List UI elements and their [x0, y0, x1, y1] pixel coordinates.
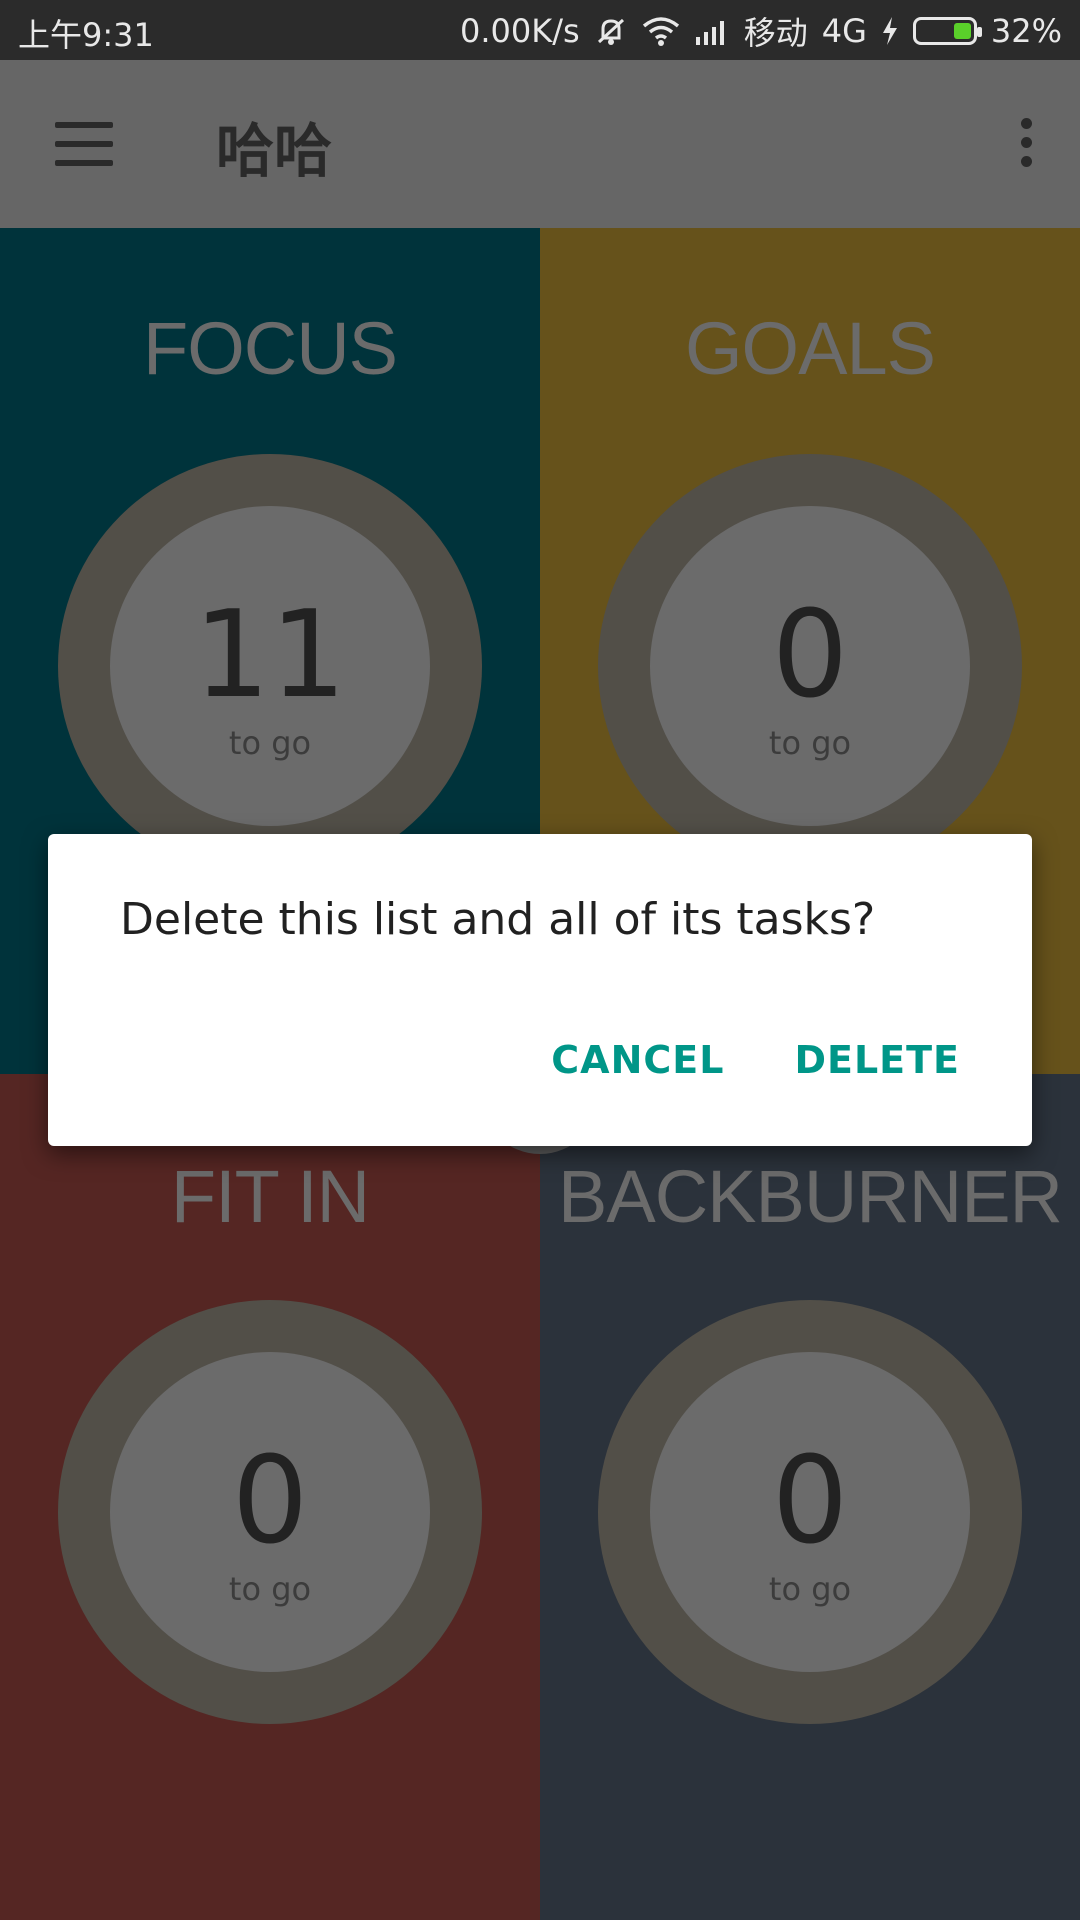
progress-ring: 0 to go: [598, 1300, 1022, 1724]
status-time: 上午9:31: [18, 16, 154, 54]
app-title: 哈哈: [216, 117, 333, 185]
app-bar: 哈哈: [0, 60, 1080, 228]
charging-icon: [881, 16, 899, 46]
carrier: 移动: [743, 14, 808, 52]
network-type: 4G: [821, 12, 867, 50]
list-title: FIT IN: [170, 1155, 370, 1238]
screen: 上午9:31 0.00K/s 移动 4G 32% 哈哈 FOCUS 11 to …: [0, 0, 1080, 1920]
list-title: FOCUS: [143, 307, 398, 390]
signal-icon: [694, 17, 730, 45]
progress-center: 0 to go: [110, 1352, 430, 1672]
hamburger-menu-icon[interactable]: [55, 122, 113, 166]
task-count: 0: [771, 586, 849, 725]
progress-ring: 0 to go: [598, 454, 1022, 878]
net-speed: 0.00K/s: [460, 12, 580, 50]
wifi-icon: [642, 16, 680, 46]
list-title: BACKBURNER: [558, 1155, 1063, 1238]
list-tile-fit-in[interactable]: FIT IN 0 to go: [0, 1074, 540, 1920]
progress-center: 0 to go: [650, 506, 970, 826]
progress-center: 0 to go: [650, 1352, 970, 1672]
progress-center: 11 to go: [110, 506, 430, 826]
delete-button[interactable]: DELETE: [794, 1038, 960, 1082]
count-caption: to go: [228, 1570, 312, 1608]
count-caption: to go: [228, 724, 312, 762]
confirm-delete-dialog: Delete this list and all of its tasks? C…: [48, 834, 1032, 1146]
cancel-button[interactable]: CANCEL: [551, 1038, 724, 1082]
status-indicators: 0.00K/s 移动 4G 32%: [460, 8, 1062, 54]
task-count: 0: [771, 1432, 849, 1571]
dialog-message: Delete this list and all of its tasks?: [120, 894, 876, 945]
dialog-actions: CANCEL DELETE: [551, 1038, 960, 1082]
progress-ring: 11 to go: [58, 454, 482, 878]
status-bar: 上午9:31 0.00K/s 移动 4G 32%: [0, 0, 1080, 60]
count-caption: to go: [768, 1570, 852, 1608]
battery-level: [953, 23, 971, 39]
mute-icon: [594, 14, 628, 48]
task-count: 11: [193, 586, 347, 725]
battery-icon: [912, 17, 982, 45]
progress-ring: 0 to go: [58, 1300, 482, 1724]
task-count: 0: [231, 1432, 309, 1571]
list-title: GOALS: [685, 307, 936, 390]
count-caption: to go: [768, 724, 852, 762]
battery-percent: 32%: [990, 12, 1062, 50]
more-vert-icon[interactable]: [1016, 118, 1036, 172]
list-tile-backburner[interactable]: BACKBURNER 0 to go: [540, 1074, 1080, 1920]
